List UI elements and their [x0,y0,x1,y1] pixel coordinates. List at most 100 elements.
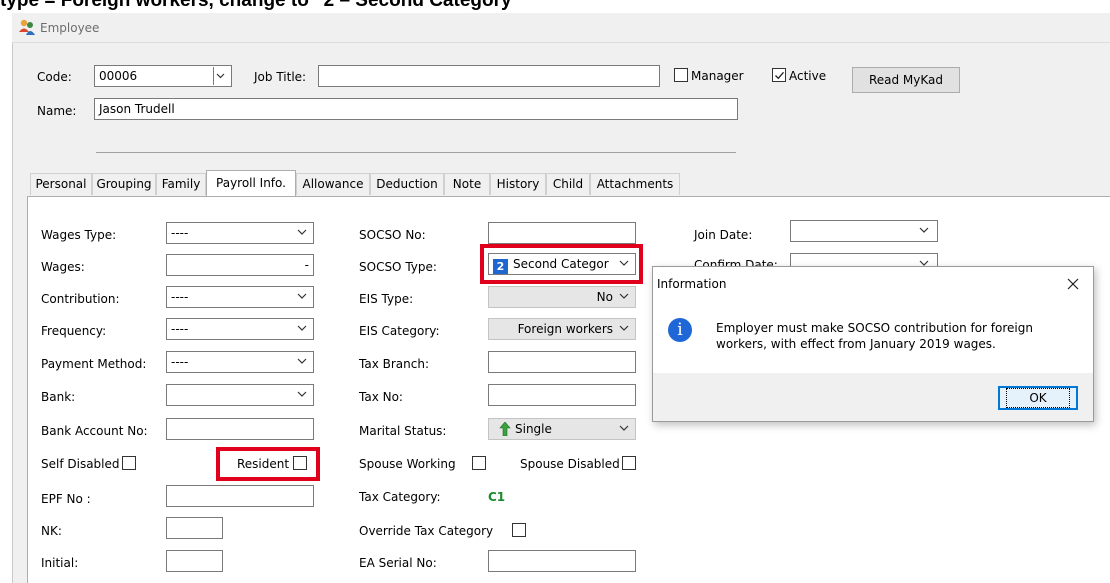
ea-serial-input[interactable] [488,550,636,572]
tab-personal[interactable]: Personal [30,173,92,195]
chevron-down-icon [297,293,307,299]
wages-label: Wages: [41,260,85,274]
epf-no-label: EPF No : [41,492,91,506]
tax-category-value: C1 [488,490,506,504]
ea-serial-label: EA Serial No: [359,556,437,570]
tab-deduction[interactable]: Deduction [370,173,444,195]
socso-category-badge: 2 [493,259,508,274]
chevron-down-icon [619,425,629,431]
tab-child[interactable]: Child [546,173,590,195]
self-disabled-checkbox[interactable] [122,456,136,470]
eis-category-select[interactable]: Foreign workers [488,318,636,340]
ok-button-label: OK [1006,388,1070,408]
epf-no-input[interactable] [166,485,314,507]
tab-history[interactable]: History [490,173,546,195]
bank-label: Bank: [41,390,76,404]
override-tax-category-label: Override Tax Category [359,524,494,538]
marital-status-select[interactable]: Single [488,418,636,440]
bank-select[interactable] [166,384,314,406]
dialog-message-line1: Employer must make SOCSO contribution fo… [716,321,1033,335]
frequency-value: ---- [171,322,189,336]
wages-type-select[interactable]: ---- [166,222,314,244]
window-titlebar [12,13,1110,43]
bank-account-label: Bank Account No: [41,424,148,438]
job-title-label: Job Title: [254,70,307,84]
bank-account-input[interactable] [166,418,314,440]
dialog-message-line2: workers, with effect from January 2019 w… [716,337,996,351]
tax-branch-label: Tax Branch: [359,357,429,371]
contribution-value: ---- [171,290,189,304]
resident-label: Resident [237,457,290,471]
name-input[interactable]: Jason Trudell [94,98,738,120]
payment-method-value: ---- [171,355,189,369]
spouse-disabled-checkbox[interactable] [622,456,636,470]
tab-family[interactable]: Family [156,173,206,195]
employee-app-icon [19,19,35,35]
dialog-title: Information [657,277,727,291]
manager-checkbox[interactable] [674,68,688,82]
socso-type-select[interactable]: 2 Second Categor [488,253,636,275]
marital-status-value: Single [515,422,552,436]
code-combo[interactable]: 00006 [94,65,232,87]
contribution-label: Contribution: [41,292,120,306]
active-label: Active [789,69,827,83]
self-disabled-label: Self Disabled [41,457,120,471]
job-title-input[interactable] [318,65,660,87]
information-icon: i [668,318,692,342]
eis-category-value: Foreign workers [517,322,613,336]
frequency-select[interactable]: ---- [166,318,314,340]
wages-type-label: Wages Type: [41,228,117,242]
window-title: Employee [40,21,100,35]
spouse-working-checkbox[interactable] [472,456,486,470]
tab-payroll-info[interactable]: Payroll Info. [206,170,296,196]
payment-method-select[interactable]: ---- [166,351,314,373]
code-label: Code: [37,70,72,84]
resident-checkbox[interactable] [293,456,307,470]
chevron-down-icon [297,229,307,235]
chevron-down-icon[interactable] [213,67,227,85]
frequency-label: Frequency: [41,324,107,338]
nk-input[interactable] [166,517,223,539]
chevron-down-icon [619,325,629,331]
eis-type-select[interactable]: No [488,286,636,308]
active-checkbox[interactable] [772,68,786,82]
eis-type-value: No [596,290,613,304]
join-date-picker[interactable] [790,220,938,242]
wages-input[interactable]: - [166,254,314,276]
eis-category-label: EIS Category: [359,324,440,338]
name-label: Name: [37,104,77,118]
tax-no-label: Tax No: [359,390,403,404]
chevron-down-icon [619,260,629,266]
up-arrow-icon [499,422,511,436]
marital-status-label: Marital Status: [359,424,447,438]
chevron-down-icon [919,227,929,233]
spouse-disabled-label: Spouse Disabled [520,457,620,471]
eis-type-label: EIS Type: [359,292,414,306]
initial-label: Initial: [41,556,79,570]
tab-allowance[interactable]: Allowance [296,173,370,195]
header-separator [96,152,736,153]
socso-no-input[interactable] [488,222,636,244]
chevron-down-icon [297,358,307,364]
tab-bar: Personal Grouping Family Payroll Info. A… [30,170,710,197]
override-tax-category-checkbox[interactable] [512,523,526,537]
tab-note[interactable]: Note [444,173,490,195]
check-icon [775,71,784,80]
contribution-select[interactable]: ---- [166,286,314,308]
tax-category-label: Tax Category: [359,490,441,504]
initial-input[interactable] [166,550,223,572]
code-value: 00006 [99,69,138,83]
read-mykad-button[interactable]: Read MyKad [852,67,960,93]
spouse-working-label: Spouse Working [359,457,456,471]
chevron-down-icon [297,391,307,397]
nk-label: NK: [41,524,62,538]
ok-button[interactable]: OK [998,386,1078,410]
tax-no-input[interactable] [488,384,636,406]
join-date-label: Join Date: [694,228,753,242]
chevron-down-icon [619,293,629,299]
tax-branch-input[interactable] [488,351,636,373]
document-caption: type = Foreign workers, change to “2 – S… [0,0,522,11]
tab-grouping[interactable]: Grouping [92,173,156,195]
close-icon[interactable] [1066,277,1080,291]
tab-attachments[interactable]: Attachments [590,173,680,195]
